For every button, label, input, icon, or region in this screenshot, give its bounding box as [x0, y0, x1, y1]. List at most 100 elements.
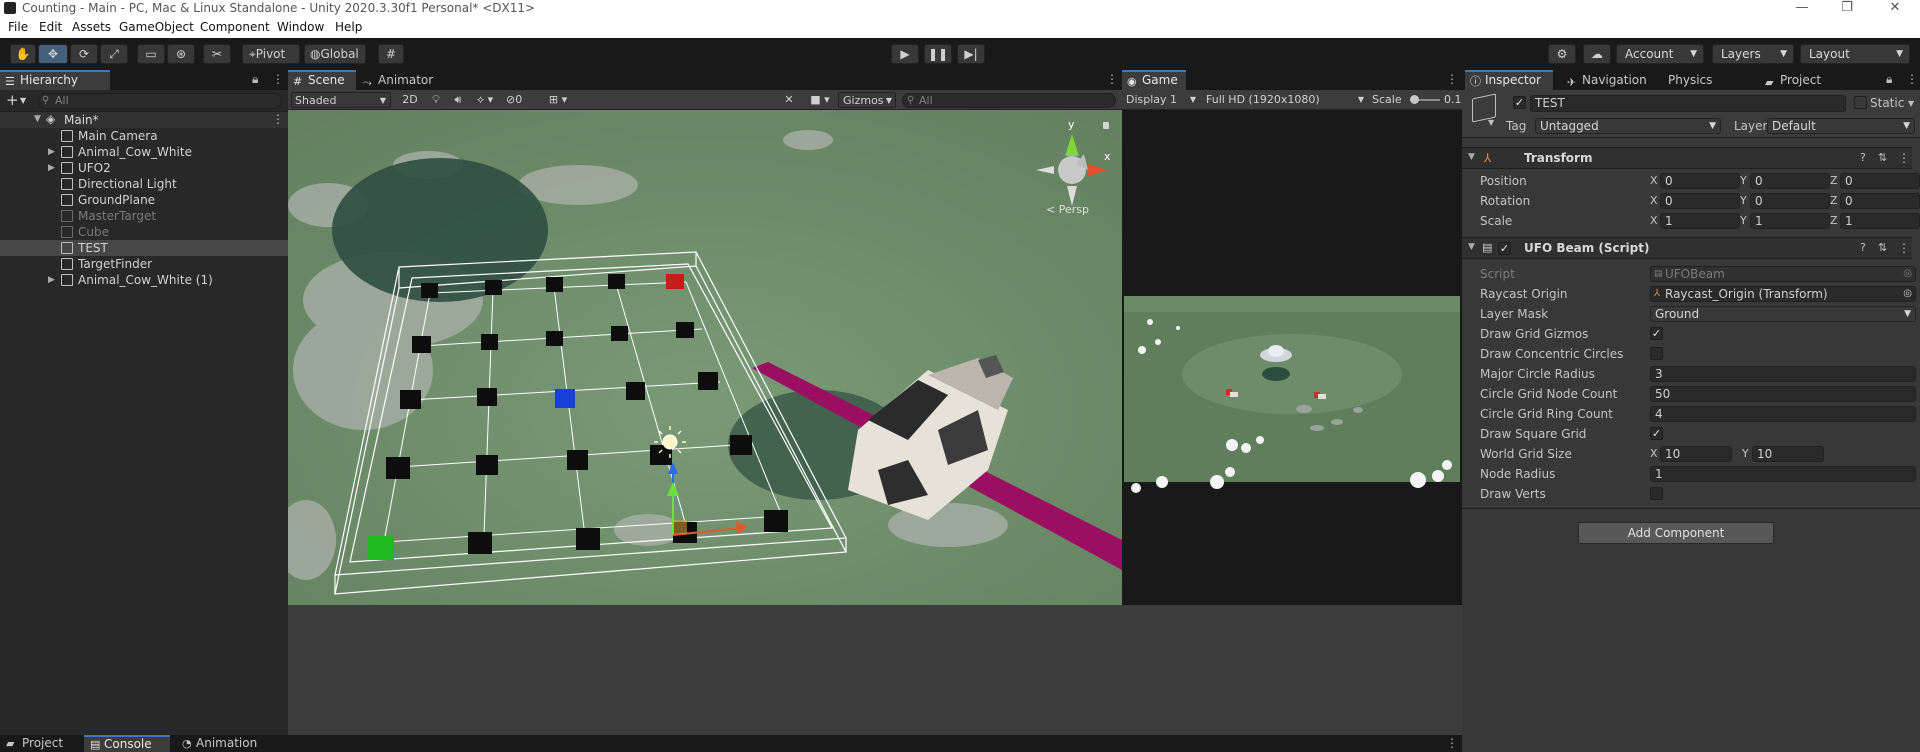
2d-toggle[interactable]: 2D — [398, 92, 422, 108]
transform-x-field[interactable]: 1 — [1660, 213, 1740, 229]
tab-console[interactable]: ▤ Console — [84, 735, 170, 752]
lock-icon[interactable]: 🔒︎ — [1886, 72, 1892, 87]
hierarchy-item[interactable]: Directional Light — [0, 176, 288, 192]
hierarchy-item[interactable]: ▶ UFO2 — [0, 160, 288, 176]
component-menu-icon[interactable]: ⋮ — [1898, 151, 1910, 165]
scale-slider-handle[interactable] — [1410, 95, 1419, 104]
static-checkbox[interactable] — [1854, 96, 1867, 109]
node-count-field[interactable]: 50 — [1650, 386, 1916, 402]
hierarchy-item[interactable]: TargetFinder — [0, 256, 288, 272]
scene-root-row[interactable]: ▼ ◈ Main* ⋮ — [0, 112, 288, 128]
transform-z-field[interactable]: 0 — [1840, 173, 1920, 189]
add-component-button[interactable]: Add Component — [1578, 522, 1774, 544]
panel-menu-icon[interactable]: ⋮ — [272, 72, 284, 86]
chevron-right-icon[interactable]: ▶ — [48, 160, 55, 176]
world-grid-y-field[interactable]: 10 — [1752, 446, 1824, 462]
help-icon[interactable]: ? — [1860, 151, 1866, 164]
target-icon[interactable]: ◎ — [1903, 287, 1912, 301]
chevron-right-icon[interactable]: ▶ — [48, 272, 55, 288]
component-menu-icon[interactable]: ⋮ — [1898, 241, 1910, 255]
preset-icon[interactable]: ⇅ — [1878, 241, 1887, 254]
object-name-field[interactable]: TEST — [1530, 95, 1846, 112]
hierarchy-item[interactable]: MasterTarget — [0, 208, 288, 224]
ring-count-field[interactable]: 4 — [1650, 406, 1916, 422]
hierarchy-item[interactable]: Main Camera — [0, 128, 288, 144]
step-button[interactable]: ▶| — [957, 44, 985, 64]
draw-square-checkbox[interactable]: ✓ — [1650, 427, 1663, 440]
tab-physics-debug[interactable]: Physics Debug — [1662, 70, 1758, 107]
lighting-toggle[interactable]: 💡︎ — [426, 92, 446, 108]
panel-menu-icon[interactable]: ⋮ — [1446, 72, 1458, 86]
chevron-down-icon[interactable]: ▼ — [1488, 118, 1494, 127]
transform-y-field[interactable]: 1 — [1750, 213, 1830, 229]
create-button[interactable]: + — [6, 91, 19, 109]
resolution-dropdown[interactable]: Full HD (1920x1080) ▼ — [1206, 92, 1366, 108]
panel-menu-icon[interactable]: ⋮ — [1106, 72, 1118, 86]
chevron-down-icon[interactable]: ▼ — [1468, 152, 1475, 162]
audio-toggle[interactable]: 🔊︎ — [448, 92, 468, 108]
menu-assets[interactable]: Assets — [72, 20, 111, 34]
tab-inspector[interactable]: ⓘ Inspector — [1465, 70, 1553, 90]
hand-tool-button[interactable]: ✋ — [10, 44, 36, 64]
raycast-origin-field[interactable]: ⅄ Raycast_Origin (Transform) ◎ — [1650, 286, 1916, 302]
rect-tool-button[interactable]: ▭ — [137, 44, 165, 64]
cloud-button[interactable]: ☁ — [1583, 44, 1611, 64]
tag-dropdown[interactable]: Untagged ▼ — [1535, 118, 1721, 134]
transform-y-field[interactable]: 0 — [1750, 173, 1830, 189]
pivot-toggle[interactable]: ⌖Pivot — [242, 44, 300, 64]
rotate-tool-button[interactable]: ⟳ — [70, 44, 98, 64]
layer-dropdown[interactable]: Default ▼ — [1767, 118, 1915, 134]
node-radius-field[interactable]: 1 — [1650, 466, 1916, 482]
major-radius-field[interactable]: 3 — [1650, 366, 1916, 382]
effects-dropdown[interactable]: ⟡ ▾ — [470, 92, 500, 108]
tab-project[interactable]: ▰ Project — [1760, 70, 1840, 90]
hierarchy-search-input[interactable]: ⚲ All — [38, 93, 282, 109]
custom-tool-button[interactable]: ✂ — [203, 44, 231, 64]
menu-file[interactable]: File — [8, 20, 28, 34]
lock-icon[interactable] — [1103, 122, 1109, 129]
chevron-down-icon[interactable]: ▼ — [1468, 242, 1475, 252]
menu-gameobject[interactable]: GameObject — [119, 20, 194, 34]
grid-dropdown[interactable]: ⊞ ▾ — [540, 92, 576, 108]
help-icon[interactable]: ? — [1860, 241, 1866, 254]
hidden-objects-toggle[interactable]: ⊘0 — [506, 92, 536, 108]
menu-edit[interactable]: Edit — [39, 20, 62, 34]
transform-z-field[interactable]: 1 — [1840, 213, 1920, 229]
chevron-down-icon[interactable]: ▼ — [1908, 99, 1914, 108]
maximize-button[interactable]: ❐ — [1825, 0, 1869, 16]
scene-search-input[interactable]: ⚲ All — [902, 93, 1116, 108]
panel-menu-icon[interactable]: ⋮ — [1446, 736, 1458, 750]
collab-button[interactable]: ⚙ — [1548, 44, 1576, 64]
tab-project-bottom[interactable]: ▰ Project — [0, 735, 72, 752]
menu-component[interactable]: Component — [200, 20, 270, 34]
component-enabled-checkbox[interactable]: ✓ — [1498, 242, 1511, 255]
account-dropdown[interactable]: Account ▼ — [1616, 44, 1704, 64]
scene-viewport[interactable]: y x < Persp — [288, 110, 1122, 605]
draw-concentric-checkbox[interactable] — [1650, 347, 1663, 360]
minimize-button[interactable]: — — [1780, 0, 1824, 16]
panel-menu-icon[interactable]: ⋮ — [1906, 72, 1918, 86]
menu-help[interactable]: Help — [335, 20, 362, 34]
chevron-down-icon[interactable]: ▼ — [34, 114, 41, 124]
world-grid-x-field[interactable]: 10 — [1660, 446, 1732, 462]
tab-hierarchy[interactable]: ☰ Hierarchy — [0, 70, 110, 90]
tab-game[interactable]: ◉ Game — [1122, 70, 1186, 90]
global-toggle[interactable]: ◍Global — [304, 44, 366, 64]
transform-y-field[interactable]: 0 — [1750, 193, 1830, 209]
transform-x-field[interactable]: 0 — [1660, 193, 1740, 209]
layer-mask-dropdown[interactable]: Ground ▼ — [1650, 306, 1916, 322]
close-button[interactable]: ✕ — [1873, 0, 1917, 16]
transform-tool-button[interactable]: ⊛ — [167, 44, 195, 64]
pause-button[interactable]: ❚❚ — [924, 44, 952, 64]
hierarchy-item[interactable]: Cube — [0, 224, 288, 240]
tab-animation[interactable]: ◔ Animation — [176, 735, 272, 752]
shading-mode-dropdown[interactable]: Shaded ▼ — [291, 92, 391, 108]
layout-dropdown[interactable]: Layout ▼ — [1800, 44, 1910, 64]
menu-window[interactable]: Window — [277, 20, 324, 34]
play-button[interactable]: ▶ — [891, 44, 919, 64]
chevron-right-icon[interactable]: ▶ — [48, 144, 55, 160]
draw-grid-gizmos-checkbox[interactable]: ✓ — [1650, 327, 1663, 340]
display-dropdown[interactable]: Display 1 ▼ — [1126, 92, 1198, 108]
hierarchy-item[interactable]: GroundPlane — [0, 192, 288, 208]
transform-z-field[interactable]: 0 — [1840, 193, 1920, 209]
